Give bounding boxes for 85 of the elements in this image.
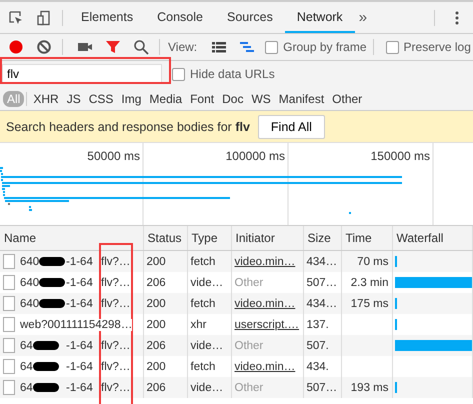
search-icon[interactable] [133,39,149,55]
type-filter[interactable]: Manifest [274,90,328,106]
timeline-tick-label: 100000 ms [226,149,285,163]
panel-tab[interactable]: Sources [214,2,285,33]
type-filter[interactable]: Media [145,90,186,106]
inspect-icon[interactable] [8,10,24,26]
initiator-link[interactable]: video.min… [231,250,303,272]
size-cell: 434… [303,250,341,272]
type-cell: vide… [187,377,231,398]
request-name[interactable]: -1-64 [66,298,94,310]
size-cell: 507… [303,377,341,398]
view-label: View: [168,40,198,54]
column-header[interactable]: Name [0,226,143,250]
request-name[interactable]: 640 [20,276,40,288]
status-cell: 206 [143,377,187,398]
waterfall-view-icon[interactable] [239,39,256,55]
file-icon [3,296,15,311]
timeline-tick-label: 150000 ms [370,149,430,163]
initiator-cell: Other [231,335,303,356]
column-header[interactable]: Type [187,226,231,250]
hide-data-urls-checkbox[interactable]: Hide data URLs [172,67,275,81]
file-extension[interactable]: flv?… [101,298,130,310]
request-name[interactable]: -1-64 [66,276,94,288]
group-by-frame-checkbox[interactable]: Group by frame [265,40,367,54]
filter-icon[interactable] [105,39,121,55]
file-icon [3,380,15,395]
file-icon [3,338,15,353]
file-icon [3,317,15,332]
type-cell: vide… [187,335,231,356]
preserve-log-checkbox[interactable]: Preserve log [386,40,471,54]
initiator-link[interactable]: video.min… [231,293,303,314]
request-name[interactable]: web?001111154298… [20,318,132,330]
size-cell: 507. [303,335,341,356]
panel-tab[interactable]: Console [145,2,215,33]
more-tabs-button[interactable]: » [358,9,368,26]
column-header[interactable]: Time [341,226,392,250]
file-extension[interactable]: flv?… [101,256,130,268]
status-cell: 206 [143,335,187,356]
file-extension[interactable]: flv?… [101,276,130,288]
type-filter[interactable]: Other [328,90,366,106]
record-icon[interactable] [8,39,24,55]
time-cell: 175 ms [350,298,388,310]
time-cell: 193 ms [350,382,388,394]
request-name[interactable]: 64 [20,340,33,352]
filter-field[interactable]: flv [2,64,162,84]
type-filter[interactable]: WS [247,90,275,106]
type-filter[interactable]: CSS [84,90,118,106]
find-all-button[interactable]: Find All [258,114,325,138]
status-cell: 200 [143,250,187,272]
request-name[interactable]: 64 [20,360,33,372]
type-filter[interactable]: JS [62,90,85,106]
request-name[interactable]: 640 [20,298,40,310]
column-header[interactable]: Size [303,226,341,250]
type-filter[interactable]: Doc [218,90,248,106]
file-extension[interactable]: flv?… [101,360,130,372]
file-extension[interactable]: flv?… [101,382,130,394]
timeline-tick-label: 50000 ms [87,149,140,163]
search-message: Search headers and response bodies for flv [6,120,250,134]
request-name[interactable]: -1-64 [66,382,94,394]
file-extension[interactable]: flv?… [101,340,130,352]
type-filter[interactable]: Img [117,90,146,106]
file-icon [3,254,15,269]
type-filter[interactable]: XHR [29,90,63,106]
type-filter[interactable]: Font [186,90,218,106]
panel-tab[interactable]: Elements [69,2,146,33]
request-name[interactable]: -1-64 [66,340,94,352]
file-icon [3,359,15,374]
column-header[interactable]: Status [143,226,187,250]
status-cell: 200 [143,293,187,314]
type-cell: fetch [187,293,231,314]
list-view-icon[interactable] [211,39,228,55]
clear-icon[interactable] [36,39,52,55]
initiator-cell: Other [231,377,303,398]
time-cell: 2.3 min [350,276,388,288]
column-header[interactable]: Initiator [231,226,303,250]
request-name[interactable]: -1-64 [66,256,94,268]
request-name[interactable]: -1-64 [66,360,94,372]
device-icon[interactable] [36,10,52,26]
time-cell: 70 ms [357,256,388,268]
request-name[interactable]: 64 [20,382,33,394]
request-name[interactable]: 640 [20,256,40,268]
file-icon [3,275,15,290]
size-cell: 434… [303,293,341,314]
type-cell: fetch [187,250,231,272]
column-header[interactable]: Waterfall [392,226,472,250]
